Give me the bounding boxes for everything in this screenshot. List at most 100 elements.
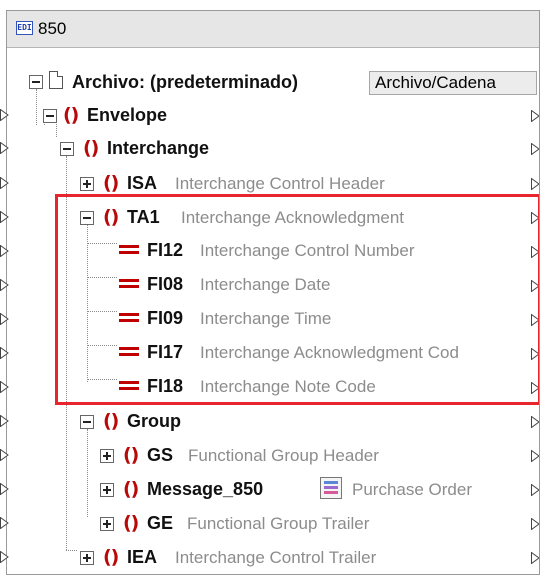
collapse-icon[interactable] xyxy=(29,75,43,89)
input-connector-icon[interactable] xyxy=(0,177,9,189)
input-connector-icon[interactable] xyxy=(0,245,9,257)
output-connector-icon[interactable] xyxy=(531,212,539,224)
node-description: Functional Group Header xyxy=(188,446,379,465)
output-connector-icon[interactable] xyxy=(531,314,539,326)
tree-row-fi18[interactable]: FI18 Interchange Note Code xyxy=(7,372,539,402)
node-description: Interchange Control Trailer xyxy=(175,548,377,567)
tree-row-interchange[interactable]: () Interchange xyxy=(7,133,539,163)
attribute-icon xyxy=(119,244,139,254)
node-description: Interchange Acknowledgment Cod xyxy=(200,343,459,362)
output-connector-icon[interactable] xyxy=(531,382,539,394)
node-name: Interchange xyxy=(107,138,210,158)
node-name: ISA xyxy=(127,173,158,193)
node-name: IEA xyxy=(127,547,158,567)
output-connector-icon[interactable] xyxy=(531,280,539,292)
node-name: FI17 xyxy=(147,342,184,362)
expand-icon[interactable] xyxy=(100,517,114,531)
collapse-icon[interactable] xyxy=(43,109,57,123)
edi-component-850: EDI 850 Archivo: (predeterminado) Archiv… xyxy=(6,10,540,575)
element-icon: () xyxy=(123,512,139,534)
input-connector-icon[interactable] xyxy=(0,142,9,154)
archivo-cadena-button[interactable]: Archivo/Cadena xyxy=(369,71,537,95)
tree-row-fi12[interactable]: FI12 Interchange Control Number xyxy=(7,236,539,266)
element-icon: () xyxy=(83,137,99,159)
element-icon: () xyxy=(123,444,139,466)
input-connector-icon[interactable] xyxy=(0,517,9,529)
output-connector-icon[interactable] xyxy=(531,246,539,258)
output-connector-icon[interactable] xyxy=(531,143,539,155)
node-description: Functional Group Trailer xyxy=(187,514,370,533)
output-connector-icon[interactable] xyxy=(531,110,539,122)
tree-row-message-850[interactable]: () Message_850 Purchase Order xyxy=(7,474,539,504)
node-name: FI18 xyxy=(147,376,184,396)
schema-tree: Archivo: (predeterminado) Archivo/Cadena… xyxy=(7,11,539,574)
list-bar xyxy=(324,481,338,484)
node-description: Purchase Order xyxy=(352,480,472,499)
list-bar xyxy=(324,486,338,489)
output-connector-icon[interactable] xyxy=(531,552,539,564)
attribute-icon xyxy=(119,278,139,288)
output-connector-icon[interactable] xyxy=(531,348,539,360)
node-description: Interchange Time xyxy=(200,309,332,328)
element-icon: () xyxy=(103,206,119,228)
node-name: Envelope xyxy=(87,105,168,125)
attribute-icon xyxy=(119,312,139,322)
tree-row-ge[interactable]: () GE Functional Group Trailer xyxy=(7,508,539,538)
tree-row-gs[interactable]: () GS Functional Group Header xyxy=(7,440,539,470)
element-icon: () xyxy=(123,478,139,500)
attribute-icon xyxy=(119,380,139,390)
file-icon xyxy=(49,71,63,89)
node-description: Interchange Date xyxy=(200,275,331,294)
element-icon: () xyxy=(103,172,119,194)
tree-row-fi08[interactable]: FI08 Interchange Date xyxy=(7,270,539,300)
collapse-icon[interactable] xyxy=(60,142,74,156)
collapse-icon[interactable] xyxy=(80,415,94,429)
input-connector-icon[interactable] xyxy=(0,279,9,291)
node-description: Interchange Acknowledgment xyxy=(181,208,405,227)
node-name: TA1 xyxy=(127,207,160,227)
node-name: Message_850 xyxy=(147,479,264,499)
element-icon: () xyxy=(103,410,119,432)
input-connector-icon[interactable] xyxy=(0,483,9,495)
tree-row-fi17[interactable]: FI17 Interchange Acknowledgment Cod xyxy=(7,338,539,368)
tree-row-fi09[interactable]: FI09 Interchange Time xyxy=(7,304,539,334)
input-connector-icon[interactable] xyxy=(0,347,9,359)
input-connector-icon[interactable] xyxy=(0,211,9,223)
node-description: Interchange Control Header xyxy=(175,174,385,193)
input-connector-icon[interactable] xyxy=(0,551,9,563)
tree-row-isa[interactable]: () ISA Interchange Control Header xyxy=(7,168,539,198)
expand-icon[interactable] xyxy=(80,551,94,565)
output-connector-icon[interactable] xyxy=(531,518,539,530)
element-icon: () xyxy=(63,104,79,126)
node-name: GE xyxy=(147,513,174,533)
output-connector-icon[interactable] xyxy=(531,416,539,428)
tree-row-ta1[interactable]: () TA1 Interchange Acknowledgment xyxy=(7,202,539,232)
node-name: Group xyxy=(127,411,181,431)
node-name: GS xyxy=(147,445,174,465)
node-description: Interchange Control Number xyxy=(200,241,415,260)
input-connector-icon[interactable] xyxy=(0,449,9,461)
archivo-label: Archivo: (predeterminado) xyxy=(72,72,299,92)
node-name: FI09 xyxy=(147,308,184,328)
list-bar xyxy=(324,491,338,494)
input-connector-icon[interactable] xyxy=(0,313,9,325)
expand-icon[interactable] xyxy=(80,177,94,191)
attribute-icon xyxy=(119,346,139,356)
input-connector-icon[interactable] xyxy=(0,415,9,427)
output-connector-icon[interactable] xyxy=(531,178,539,190)
output-connector-icon[interactable] xyxy=(531,484,539,496)
tree-row-iea[interactable]: () IEA Interchange Control Trailer xyxy=(7,542,539,572)
input-connector-icon[interactable] xyxy=(0,109,9,121)
output-connector-icon[interactable] xyxy=(531,450,539,462)
tree-row-envelope[interactable]: () Envelope xyxy=(7,100,539,130)
expand-icon[interactable] xyxy=(100,449,114,463)
collapse-icon[interactable] xyxy=(80,211,94,225)
input-connector-icon[interactable] xyxy=(0,381,9,393)
node-name: FI12 xyxy=(147,240,184,260)
tree-row-group[interactable]: () Group xyxy=(7,406,539,436)
expand-icon[interactable] xyxy=(100,483,114,497)
node-name: FI08 xyxy=(147,274,184,294)
element-icon: () xyxy=(103,546,119,568)
node-description: Interchange Note Code xyxy=(200,377,376,396)
message-list-icon[interactable] xyxy=(320,477,342,499)
